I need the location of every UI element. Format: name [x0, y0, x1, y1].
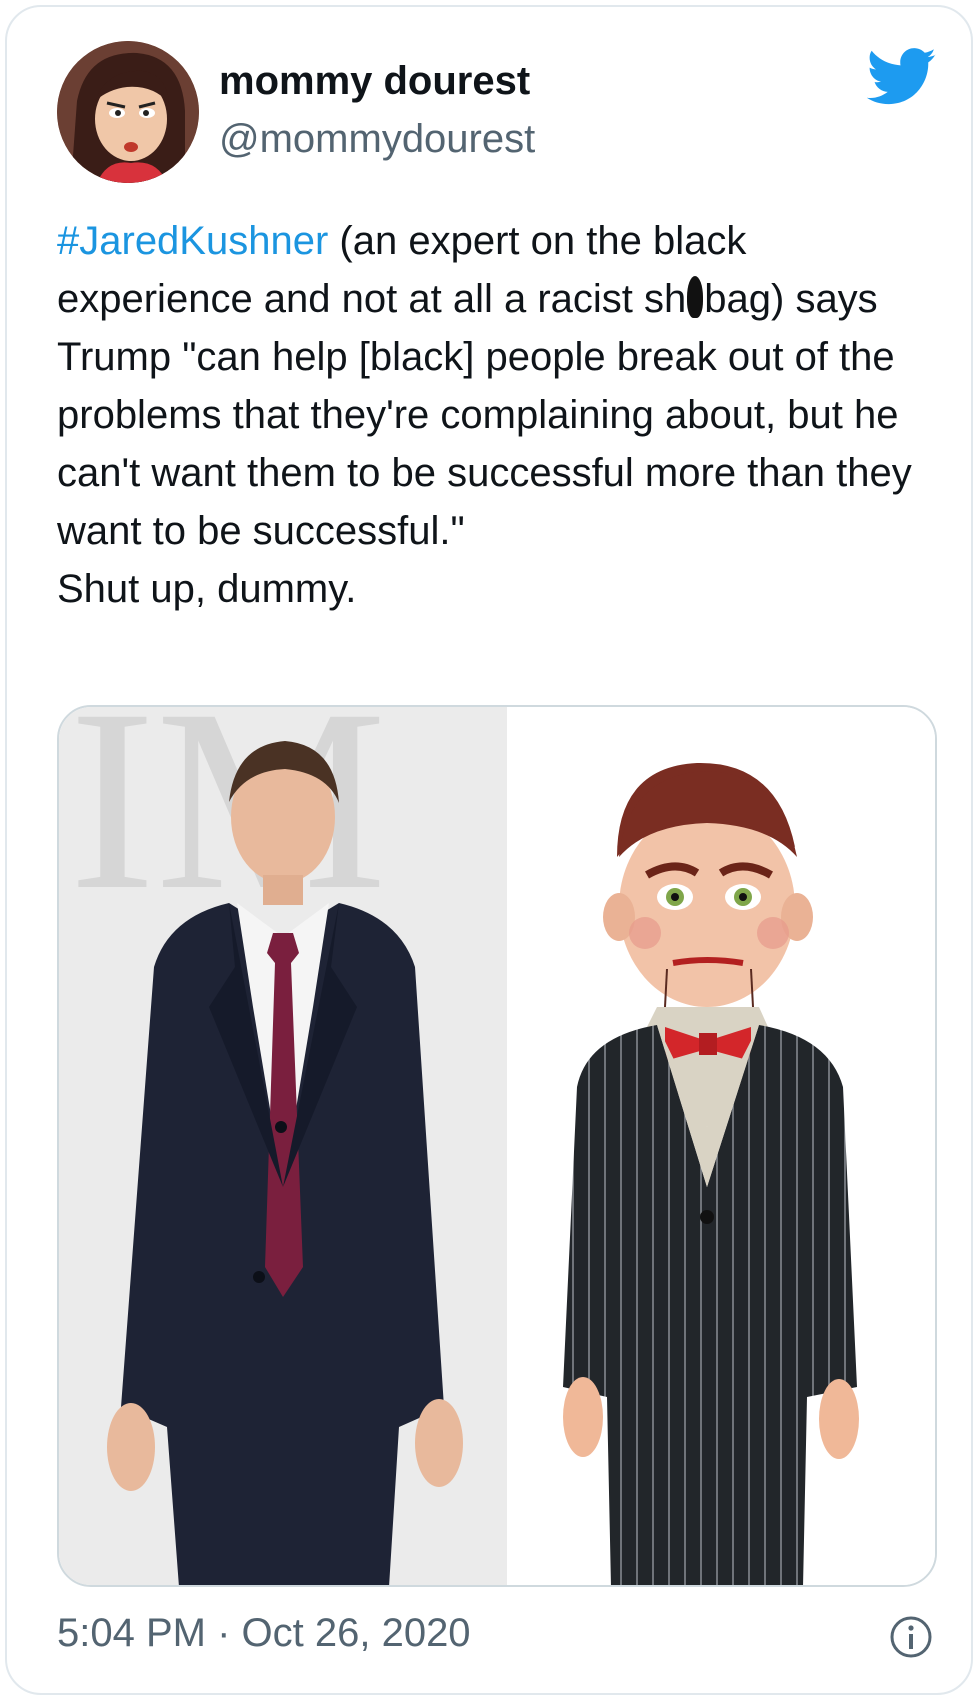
- redaction-mark: [687, 276, 704, 318]
- tweet-timestamp[interactable]: 5:04 PM · Oct 26, 2020: [57, 1611, 471, 1656]
- tweet-text-second-line: Shut up, dummy.: [57, 567, 357, 611]
- cartoon-avatar-icon: [57, 41, 199, 183]
- twitter-bird-icon[interactable]: [866, 47, 937, 107]
- man-in-suit-photo[interactable]: IM: [59, 707, 507, 1585]
- tweet-media[interactable]: IM: [57, 705, 937, 1587]
- tweet-text-paragraph: #JaredKushner (an expert on the black ex…: [57, 212, 937, 560]
- tweet-text: #JaredKushner (an expert on the black ex…: [57, 212, 937, 618]
- author-display-name[interactable]: mommy dourest: [219, 59, 530, 104]
- author-handle[interactable]: @mommydourest: [219, 117, 535, 162]
- info-icon[interactable]: [889, 1615, 933, 1659]
- tweet-card: mommy dourest @mommydourest #JaredKushne…: [5, 5, 973, 1695]
- author-avatar[interactable]: [57, 41, 199, 183]
- hashtag-link[interactable]: #JaredKushner: [57, 219, 328, 263]
- ventriloquist-dummy-photo[interactable]: [507, 707, 935, 1585]
